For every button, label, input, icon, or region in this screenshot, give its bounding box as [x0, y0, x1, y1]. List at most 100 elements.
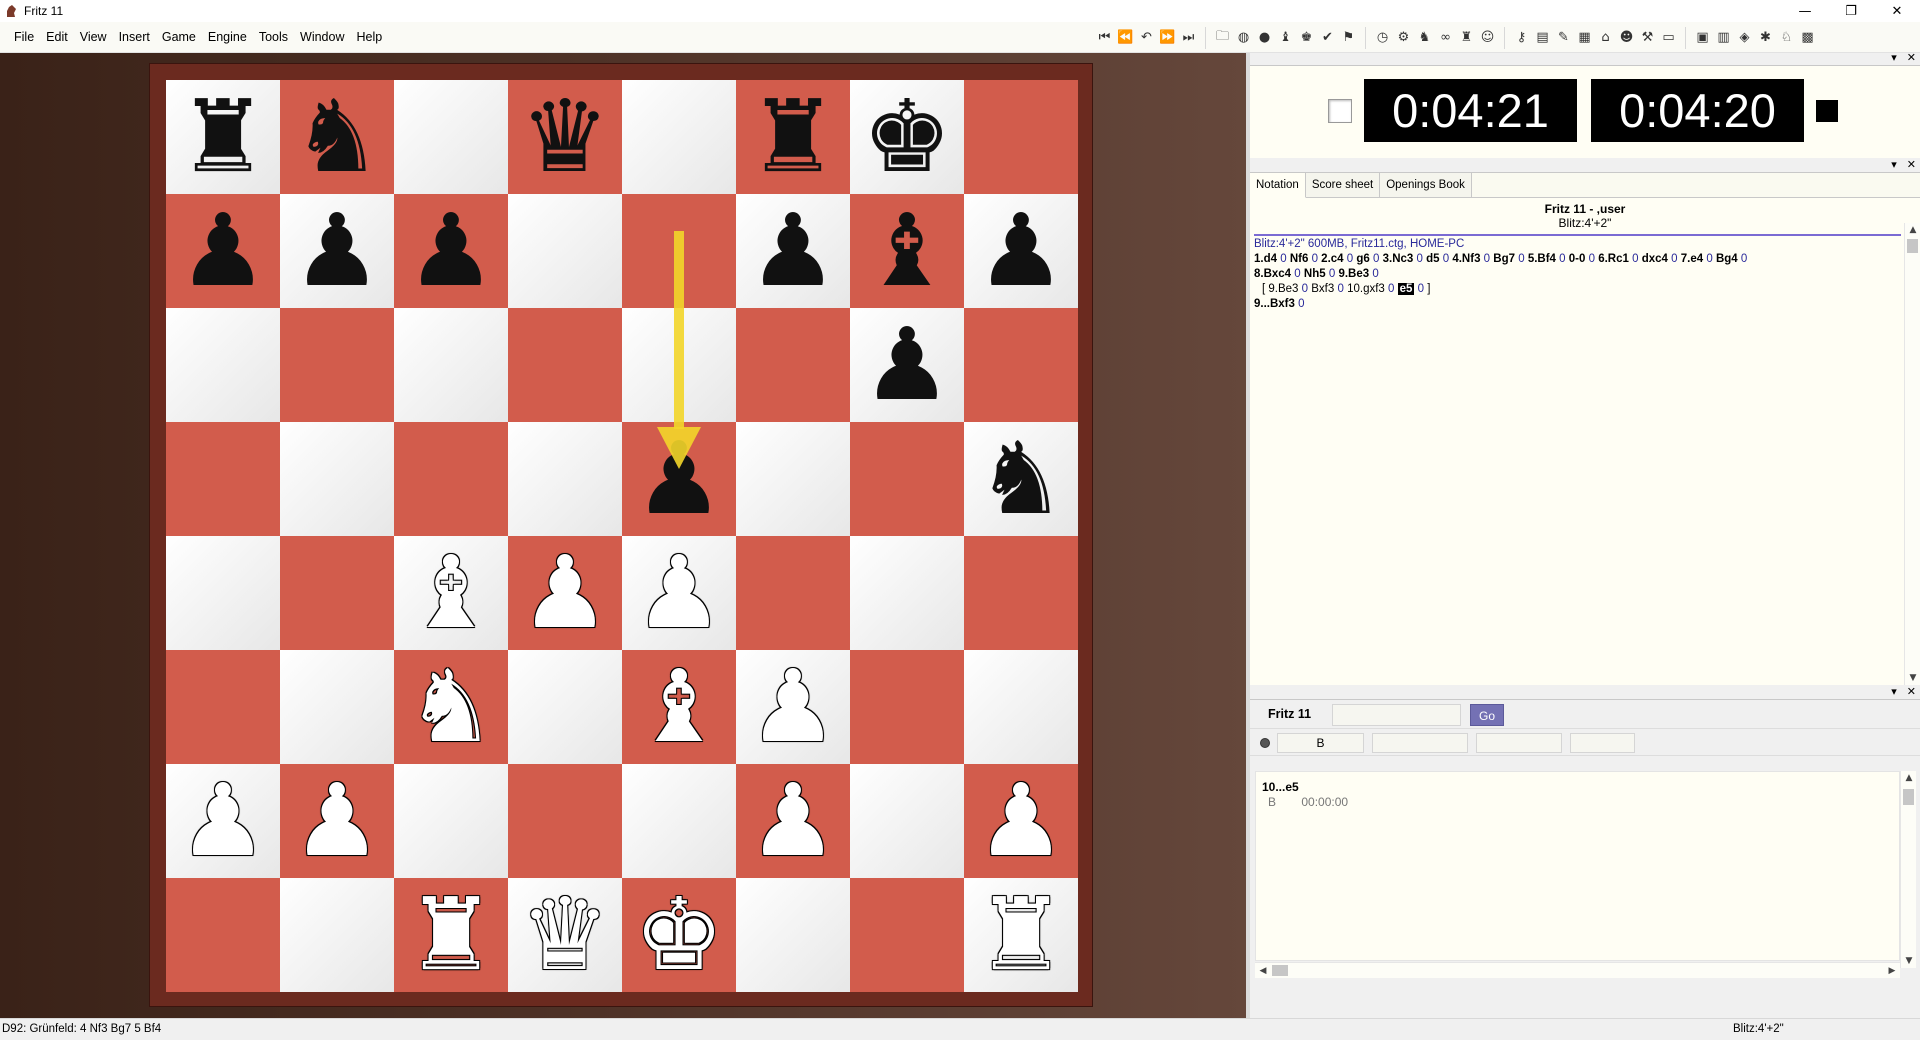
close-button[interactable]: ✕ — [1874, 0, 1920, 22]
notation-move[interactable]: g6 — [1356, 253, 1369, 265]
square-f1[interactable] — [736, 878, 850, 992]
notation-move[interactable]: 9...Bxf3 — [1254, 298, 1295, 310]
open-folder-icon[interactable]: 🗀 — [1212, 28, 1233, 48]
notation-move[interactable]: 2.c4 — [1321, 253, 1343, 265]
square-g4[interactable] — [850, 536, 964, 650]
go-button[interactable]: Go — [1470, 704, 1504, 726]
window-icon[interactable]: ▭ — [1658, 28, 1679, 48]
pane-menu-icon[interactable]: ▾ — [1891, 158, 1897, 171]
notation-move[interactable]: 0-0 — [1569, 253, 1586, 265]
engine-input[interactable] — [1332, 704, 1461, 726]
clock-icon[interactable]: ◷ — [1372, 28, 1393, 48]
engine-icon[interactable]: ⚙ — [1393, 28, 1414, 48]
square-f6[interactable] — [736, 308, 850, 422]
save-icon[interactable]: ▣ — [1692, 28, 1713, 48]
square-b6[interactable] — [280, 308, 394, 422]
scroll-thumb[interactable] — [1903, 789, 1914, 805]
flag-icon[interactable]: ⚑ — [1338, 28, 1359, 48]
square-d5[interactable] — [508, 422, 622, 536]
square-h4[interactable] — [964, 536, 1078, 650]
menu-insert[interactable]: Insert — [113, 22, 156, 53]
white-bishop-c4[interactable]: ♝ — [394, 536, 508, 650]
scroll-up-icon[interactable]: ▲ — [1905, 223, 1920, 237]
square-c2[interactable] — [394, 764, 508, 878]
chess-board[interactable]: ♜ ♞ ♛ ♜ ♚ ♟ ♟ ♟ ♟ ♝ ♟ ♟ ♟ ♞ ♝ ♟ ♟ ♞ ♝ ♟ ♟ ♟ ♟ ♟ ♜ ♛ ♚ ♜ — [166, 80, 1078, 992]
notation-move[interactable]: 9.Be3 — [1338, 268, 1369, 280]
square-f5[interactable] — [736, 422, 850, 536]
square-c8[interactable] — [394, 80, 508, 194]
knight-hand-icon[interactable]: ♞ — [1414, 28, 1435, 48]
black-bishop-g7[interactable]: ♝ — [850, 194, 964, 308]
current-move[interactable]: e5 — [1397, 283, 1415, 295]
pieces-setup-icon[interactable]: ♘ — [1776, 28, 1797, 48]
square-b3[interactable] — [280, 650, 394, 764]
square-e8[interactable] — [622, 80, 736, 194]
white-pawn-e4[interactable]: ♟ — [622, 536, 736, 650]
menu-edit[interactable]: Edit — [40, 22, 74, 53]
white-pawn-h2[interactable]: ♟ — [964, 764, 1078, 878]
minimize-button[interactable]: — — [1782, 0, 1828, 22]
notation-move[interactable]: Bg7 — [1493, 253, 1515, 265]
white-queen-d1[interactable]: ♛ — [508, 878, 622, 992]
variation-move[interactable]: 9.Be3 — [1268, 283, 1298, 295]
notation-move[interactable]: d5 — [1426, 253, 1439, 265]
tab-score-sheet[interactable]: Score sheet — [1305, 173, 1381, 197]
square-h3[interactable] — [964, 650, 1078, 764]
square-b4[interactable] — [280, 536, 394, 650]
scroll-down-icon[interactable]: ▼ — [1905, 671, 1920, 685]
variation-move[interactable]: Bxf3 — [1311, 283, 1334, 295]
square-d6[interactable] — [508, 308, 622, 422]
take-back-icon[interactable]: ↶ — [1136, 28, 1157, 48]
black-knight-b8[interactable]: ♞ — [280, 80, 394, 194]
scroll-thumb[interactable] — [1272, 965, 1288, 976]
square-b5[interactable] — [280, 422, 394, 536]
move-list[interactable]: Blitz:4'+2" 600MB, Fritz11.ctg, HOME-PC … — [1250, 236, 1920, 312]
tab-openings-book[interactable]: Openings Book — [1380, 173, 1472, 197]
last-move-icon[interactable]: ⏭ — [1178, 28, 1199, 48]
pieces-icon[interactable]: ♜ — [1456, 28, 1477, 48]
scroll-up-icon[interactable]: ▲ — [1901, 771, 1917, 785]
white-pawn-b2[interactable]: ♟ — [280, 764, 394, 878]
pane-close-icon[interactable]: ✕ — [1907, 158, 1916, 171]
menu-tools[interactable]: Tools — [253, 22, 294, 53]
engine-horizontal-scrollbar[interactable]: ◀ ▶ — [1255, 962, 1900, 978]
square-a4[interactable] — [166, 536, 280, 650]
scroll-right-icon[interactable]: ▶ — [1884, 964, 1900, 978]
user-icon[interactable]: ☻ — [1616, 28, 1637, 48]
white-pawn-d4[interactable]: ♟ — [508, 536, 622, 650]
notation-move[interactable]: Nf6 — [1290, 253, 1309, 265]
notation-move[interactable]: 5.Bf4 — [1528, 253, 1556, 265]
engine-vertical-scrollbar[interactable]: ▲ ▼ — [1900, 771, 1916, 968]
square-b1[interactable] — [280, 878, 394, 992]
black-pawn-f7[interactable]: ♟ — [736, 194, 850, 308]
chess-figures-icon[interactable]: ♝ — [1275, 28, 1296, 48]
globe-icon[interactable]: ◍ — [1233, 28, 1254, 48]
settings-icon[interactable]: ⚒ — [1637, 28, 1658, 48]
previous-move-icon[interactable]: ⏪ — [1115, 28, 1136, 48]
square-d2[interactable] — [508, 764, 622, 878]
square-f4[interactable] — [736, 536, 850, 650]
black-knight-h5[interactable]: ♞ — [964, 422, 1078, 536]
square-g1[interactable] — [850, 878, 964, 992]
square-a3[interactable] — [166, 650, 280, 764]
square-g2[interactable] — [850, 764, 964, 878]
notation-move[interactable]: 1.d4 — [1254, 253, 1277, 265]
square-a1[interactable] — [166, 878, 280, 992]
square-e2[interactable] — [622, 764, 736, 878]
white-pawn-f2[interactable]: ♟ — [736, 764, 850, 878]
scroll-down-icon[interactable]: ▼ — [1901, 954, 1917, 968]
menu-engine[interactable]: Engine — [202, 22, 253, 53]
notation-move[interactable]: 3.Nc3 — [1383, 253, 1414, 265]
white-king-e1[interactable]: ♚ — [622, 878, 736, 992]
black-pawn-c7[interactable]: ♟ — [394, 194, 508, 308]
book-icon[interactable]: ▤ — [1532, 28, 1553, 48]
next-move-icon[interactable]: ⏩ — [1157, 28, 1178, 48]
board-icon[interactable]: ▦ — [1574, 28, 1595, 48]
database-icon[interactable]: ▥ — [1713, 28, 1734, 48]
black-pawn-a7[interactable]: ♟ — [166, 194, 280, 308]
notation-move[interactable]: Bg4 — [1716, 253, 1738, 265]
board-3d-icon[interactable]: ▩ — [1797, 28, 1818, 48]
square-c6[interactable] — [394, 308, 508, 422]
notation-move[interactable]: 4.Nf3 — [1452, 253, 1480, 265]
square-a6[interactable] — [166, 308, 280, 422]
